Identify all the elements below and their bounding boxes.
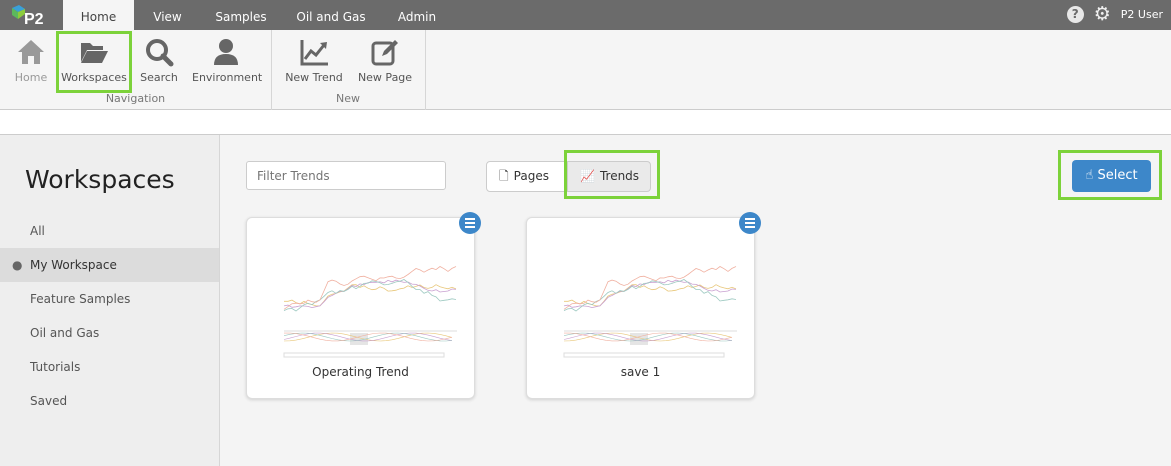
home-label: Home bbox=[14, 71, 48, 84]
user-icon bbox=[214, 39, 238, 65]
card-title: Operating Trend bbox=[312, 365, 409, 379]
card-title: save 1 bbox=[620, 365, 661, 379]
divider bbox=[425, 30, 426, 110]
tab-admin[interactable]: Admin bbox=[392, 0, 442, 30]
search-icon bbox=[146, 39, 174, 67]
new-page-button[interactable]: New Page bbox=[356, 30, 414, 92]
pages-label: Pages bbox=[513, 169, 549, 183]
tab-home[interactable]: Home bbox=[63, 0, 134, 30]
new-trend-button[interactable]: New Trend bbox=[284, 30, 344, 92]
user-icon: ● bbox=[12, 258, 23, 272]
filter-trends-input[interactable] bbox=[246, 161, 446, 190]
tab-oil-and-gas[interactable]: Oil and Gas bbox=[295, 0, 367, 30]
sub-header bbox=[0, 110, 1171, 135]
trend-card[interactable]: save 1 bbox=[526, 212, 761, 399]
sidebar-item-tutorials[interactable]: Tutorials bbox=[0, 350, 219, 384]
new-trend-label: New Trend bbox=[285, 71, 343, 84]
tab-view[interactable]: View bbox=[140, 0, 195, 30]
navigation-group-label: Navigation bbox=[105, 92, 166, 105]
highlight-trends bbox=[564, 150, 660, 199]
trend-card[interactable]: Operating Trend bbox=[246, 212, 481, 399]
sidebar-item-feature-samples[interactable]: Feature Samples bbox=[0, 282, 219, 316]
p2-logo: P2 bbox=[12, 5, 44, 26]
list-icon[interactable] bbox=[459, 212, 481, 234]
help-icon[interactable]: ? bbox=[1066, 6, 1084, 23]
new-group-label: New bbox=[336, 92, 360, 105]
svg-text:P2: P2 bbox=[24, 11, 44, 26]
trend-thumbnail bbox=[542, 233, 742, 358]
environment-label: Environment bbox=[192, 71, 263, 84]
new-page-label: New Page bbox=[357, 71, 413, 84]
file-icon: 🗋 bbox=[499, 169, 509, 183]
line-chart-icon bbox=[300, 40, 328, 66]
search-button[interactable]: Search bbox=[138, 30, 180, 92]
sidebar-title: Workspaces bbox=[25, 165, 175, 194]
top-bar: P2 Home View Samples Oil and Gas Admin ?… bbox=[0, 0, 1171, 30]
environment-button[interactable]: Environment bbox=[192, 30, 263, 92]
edit-icon bbox=[371, 40, 398, 66]
gear-icon[interactable]: ⚙ bbox=[1094, 5, 1111, 24]
home-button[interactable]: Home bbox=[8, 30, 54, 92]
highlight-select bbox=[1058, 150, 1162, 200]
highlight-workspaces bbox=[56, 31, 132, 93]
sidebar-item-saved[interactable]: Saved bbox=[0, 384, 219, 418]
sidebar-item-my-workspace[interactable]: ● My Workspace bbox=[0, 248, 219, 282]
home-icon bbox=[18, 40, 44, 64]
list-icon[interactable] bbox=[739, 212, 761, 234]
ribbon: Home Workspaces Search Environment Navig… bbox=[0, 30, 1171, 110]
tab-samples[interactable]: Samples bbox=[210, 0, 272, 30]
pages-toggle[interactable]: 🗋 Pages bbox=[486, 161, 567, 192]
trend-thumbnail bbox=[262, 233, 462, 358]
sidebar-item-all[interactable]: All bbox=[0, 214, 219, 248]
user-menu[interactable]: P2 User bbox=[1121, 8, 1163, 21]
sidebar: Workspaces All ● My Workspace Feature Sam… bbox=[0, 135, 220, 466]
sidebar-item-label: My Workspace bbox=[30, 258, 117, 272]
search-label: Search bbox=[140, 71, 178, 84]
sidebar-item-oil-and-gas[interactable]: Oil and Gas bbox=[0, 316, 219, 350]
